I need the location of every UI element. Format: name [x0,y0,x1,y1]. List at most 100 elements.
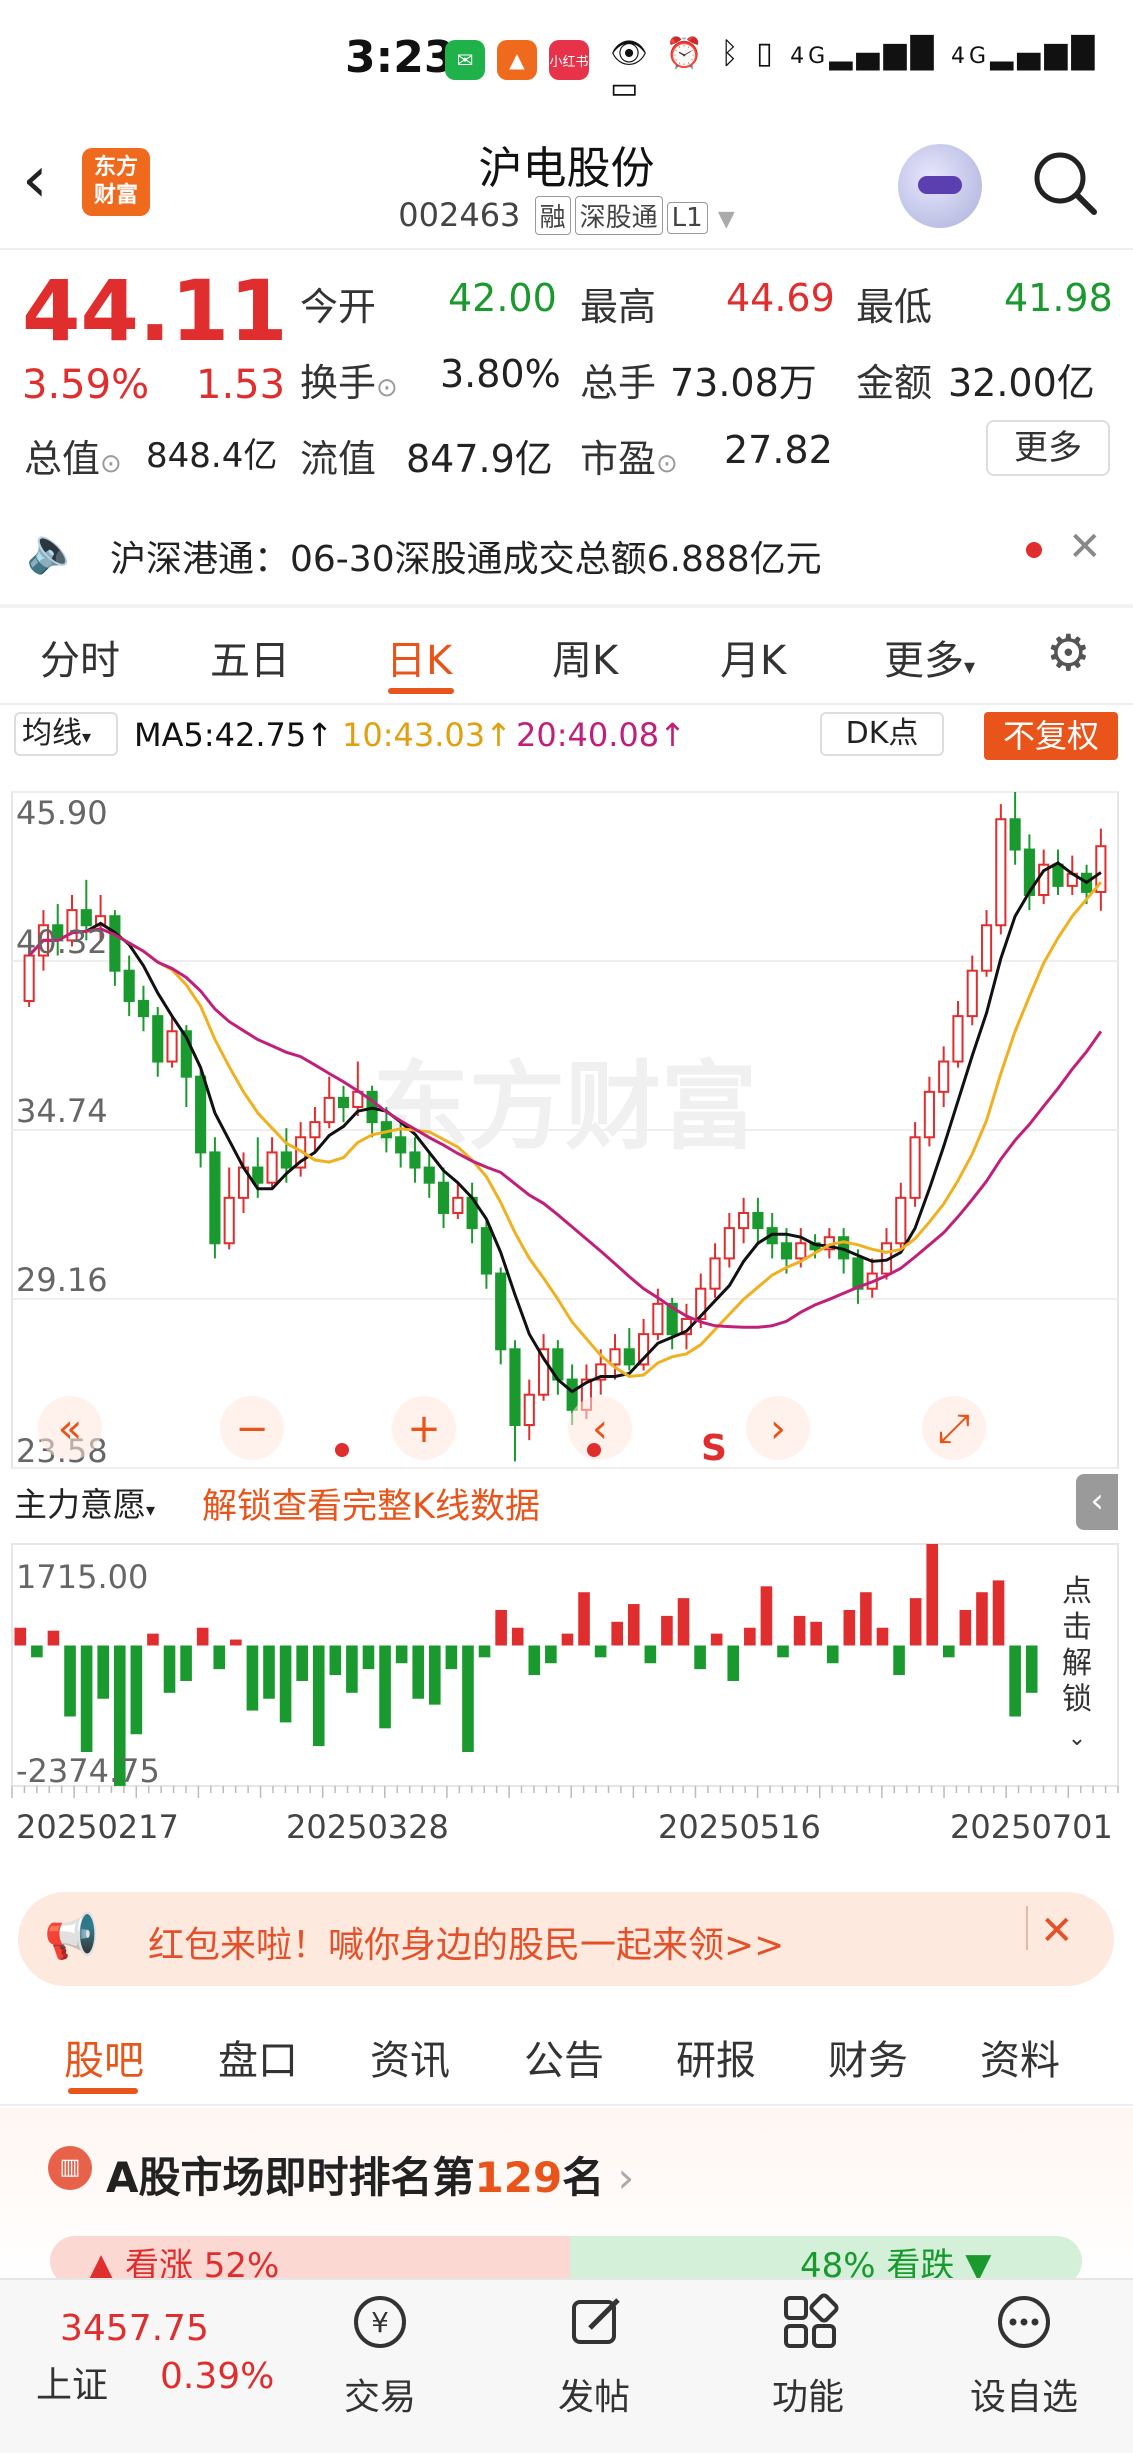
value-float-cap: 847.9亿 [406,437,553,481]
candle-body [752,1211,764,1230]
change-amount: 1.53 [196,362,286,408]
robot-eye-icon [918,176,962,194]
signal-dot [587,1443,601,1457]
nav-add-watchlist[interactable]: 设自选 [970,2368,1078,2420]
tab-news[interactable]: 资讯 [370,2028,450,2086]
candle-body [423,1166,435,1184]
wechat-icon: ✉ [445,40,485,80]
candle-body [995,818,1007,927]
dk-point-button[interactable]: DK点 [820,712,944,756]
chevron-down-icon[interactable]: ▼ [718,207,735,232]
nav-trade[interactable]: 交易 [344,2368,416,2420]
indicator-bar [462,1645,474,1752]
indicator-bar [810,1621,822,1646]
rank-text[interactable]: A股市场即时排名第129名 › [106,2144,634,2205]
tab-orderbook[interactable]: 盘口 [218,2028,298,2086]
candle-body [123,969,135,1002]
info-icon[interactable]: ⊙ [376,373,398,403]
collapse-panel-icon[interactable]: ‹ [1076,1474,1118,1530]
index-change[interactable]: 0.39% [160,2356,274,2397]
candle-body [195,1075,207,1154]
indicator-max-label: 1715.00 [16,1558,148,1596]
candle-body [709,1257,721,1290]
candle-body [909,1136,921,1199]
candle-body [480,1227,492,1275]
tab-research[interactable]: 研报 [676,2028,756,2086]
gear-icon[interactable]: ⚙ [1046,624,1091,682]
y-axis-label: 29.16 [16,1261,108,1299]
tag-connect: 深股通 [574,196,663,235]
info-icon[interactable]: ⊙ [100,449,122,479]
indicator-bar [180,1645,192,1681]
label-high: 最高 [580,285,657,329]
info-icon[interactable]: ⊙ [656,449,678,479]
indicator-chart: 1715.00 -2374.75 20250217 20250328 20250516… [11,1543,1119,1846]
search-icon[interactable] [1030,148,1100,218]
tab-financials[interactable]: 财务 [828,2028,908,2086]
indicator-bar [196,1627,209,1646]
candle-body [223,1196,235,1245]
tag-margin: 融 [534,196,571,235]
indicator-bar [893,1645,905,1676]
indicator-bar [943,1645,955,1658]
tap-unlock-label[interactable]: 点击解锁 ⌄ [1042,1570,1112,1780]
trade-icon[interactable]: ¥ [350,2292,410,2352]
index-name[interactable]: 上证 [36,2356,108,2408]
indicator-bar [777,1645,789,1658]
candle-body [409,1151,421,1169]
candle-body [780,1242,793,1260]
tab-profile[interactable]: 资料 [980,2028,1060,2086]
close-icon[interactable]: ✕ [1040,1908,1074,1954]
divider [1026,1906,1028,1950]
tab-five-day[interactable]: 五日 [210,628,290,686]
tab-weekly-k[interactable]: 周K [552,628,618,686]
label-amount: 金额 [856,361,933,405]
label-turnover: 换手⊙ [300,352,398,407]
adjust-button[interactable]: 不复权 [984,712,1118,760]
change-percent: 3.59% [22,362,150,408]
indicator-bar [379,1645,391,1729]
unlock-link[interactable]: 解锁查看完整K线数据 [202,1478,540,1529]
candle-body [280,1151,292,1169]
nav-post[interactable]: 发帖 [558,2368,630,2420]
watchlist-icon[interactable] [994,2292,1054,2352]
indicator-bar [31,1645,43,1658]
zoom-out-icon[interactable]: − [220,1396,284,1460]
candle-body [1052,863,1064,887]
tab-monthly-k[interactable]: 月K [720,628,786,686]
candle-body [395,1136,407,1154]
value-volume: 73.08万 [670,361,817,405]
active-tab-indicator [68,2088,138,2094]
watermark-text: 东方财富 [373,1051,757,1163]
post-icon[interactable] [566,2292,626,2352]
candle-body [923,1090,935,1139]
app-notification-icon: ▲ [497,40,537,80]
kline-chart[interactable]: 东方财富 45.9040.3234.7429.1623.58 «−+‹›⤢S [0,760,1133,1480]
tab-daily-k[interactable]: 日K [386,628,452,686]
tab-forum[interactable]: 股吧 [64,2028,144,2086]
tab-more[interactable]: 更多▾ [884,628,975,686]
tab-announcements[interactable]: 公告 [524,2028,604,2086]
step-right-icon[interactable]: › [746,1396,810,1460]
vibrate-icon: ▯ [756,36,777,71]
tab-intraday[interactable]: 分时 [40,628,120,686]
indicator-bar [80,1645,93,1752]
nav-functions[interactable]: 功能 [772,2368,844,2420]
functions-icon[interactable] [780,2292,840,2352]
ma-selector[interactable]: 均线▾ [14,712,118,756]
chevron-down-icon: ▾ [964,655,976,680]
fullscreen-icon[interactable]: ⤢ [922,1396,986,1460]
index-value[interactable]: 3457.75 [60,2308,209,2349]
close-icon[interactable]: ✕ [1068,524,1102,570]
chevron-right-icon: › [604,2153,635,2202]
more-quote-button[interactable]: 更多 [986,420,1110,476]
active-tab-indicator [388,688,454,694]
scroll-left-icon[interactable]: « [38,1396,102,1460]
banner-text[interactable]: 红包来啦！喊你身边的股民一起来领>> [148,1916,784,1968]
indicator-bar [760,1586,773,1646]
indicator-selector[interactable]: 主力意愿▾ [14,1478,155,1526]
y-axis-label: 45.90 [16,794,108,832]
indicator-bar [578,1592,590,1646]
notice-text[interactable]: 沪深港通：06-30深股通成交总额6.888亿元 [110,530,822,582]
zoom-in-icon[interactable]: + [392,1396,456,1460]
